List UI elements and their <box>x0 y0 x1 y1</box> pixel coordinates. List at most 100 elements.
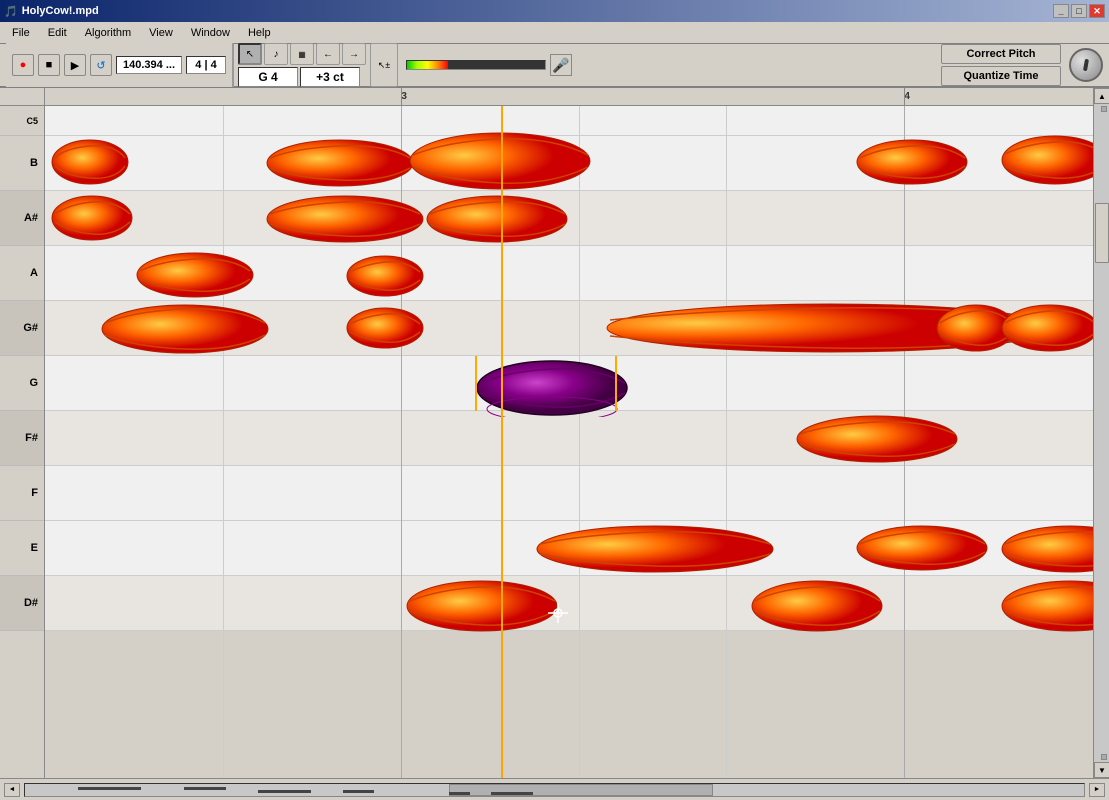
note-label-fsharp: F# <box>0 411 44 466</box>
v-scroll-top-resize[interactable] <box>1101 106 1107 112</box>
microphone-button[interactable]: 🎤 <box>550 54 572 76</box>
maximize-button[interactable]: □ <box>1071 4 1087 18</box>
note-label-asharp: A# <box>0 191 44 246</box>
menu-help[interactable]: Help <box>240 25 279 41</box>
content-area: C5 B A# A G# G F# F E D# 3 4 <box>0 88 1109 778</box>
note-e-2[interactable] <box>855 524 990 572</box>
tools-row2: G 4 +3 ct <box>238 67 366 87</box>
note-end-marker <box>615 356 617 411</box>
playhead <box>501 106 503 778</box>
volume-meter <box>406 60 546 70</box>
mini-note-2 <box>184 787 226 790</box>
grid-line-sub-3 <box>726 106 727 778</box>
mini-note-4 <box>343 790 375 793</box>
note-dsharp-1[interactable] <box>405 579 560 634</box>
volume-bar <box>407 61 448 69</box>
move-left-button[interactable]: ← <box>316 43 340 65</box>
note-g-selected[interactable] <box>475 359 630 417</box>
note-gsharp-1[interactable] <box>100 303 270 355</box>
window-title: HolyCow!.mpd <box>22 5 99 17</box>
mini-note-5 <box>449 792 470 795</box>
tempo-more: ... <box>166 59 175 71</box>
title-bar-left: 🎵 HolyCow!.mpd <box>4 5 99 18</box>
note-e-3[interactable] <box>1000 524 1093 574</box>
scroll-right-button[interactable]: ► <box>1089 783 1105 797</box>
menu-file[interactable]: File <box>4 25 38 41</box>
menu-view[interactable]: View <box>141 25 181 41</box>
pitch-buttons-section: Correct Pitch Quantize Time <box>941 44 1061 86</box>
mini-note-6 <box>491 792 533 795</box>
grid-line-sub-1 <box>223 106 224 778</box>
bottom-bar: ◄ ► <box>0 778 1109 800</box>
v-scroll-bottom-resize[interactable] <box>1101 754 1107 760</box>
grid-row-f <box>45 466 1093 521</box>
note-e-1[interactable] <box>535 524 775 574</box>
mini-note-1 <box>78 787 142 790</box>
note-gsharp-5[interactable] <box>1000 303 1093 353</box>
loop-button[interactable]: ↺ <box>90 54 112 76</box>
tempo-value: 140.394 <box>123 59 163 71</box>
note-b-5[interactable] <box>1000 134 1093 186</box>
grid[interactable] <box>45 106 1093 778</box>
pitch-tool-button[interactable]: ♪ <box>264 43 288 65</box>
note-gsharp-2[interactable] <box>345 306 425 350</box>
toolbar: ● ■ ▶ ↺ 140.394 ... 4 | 4 ↖ ♪ ▦ ← → G 4 … <box>0 44 1109 88</box>
tools-row1: ↖ ♪ ▦ ← → <box>238 43 366 65</box>
record-button[interactable]: ● <box>12 54 34 76</box>
scroll-down-button[interactable]: ▼ <box>1094 762 1109 778</box>
note-b-2[interactable] <box>265 138 415 188</box>
note-asharp-2[interactable] <box>265 194 425 244</box>
title-bar: 🎵 HolyCow!.mpd _ □ ✕ <box>0 0 1109 22</box>
cent-display: +3 ct <box>300 67 360 87</box>
note-label-b: B <box>0 136 44 191</box>
note-labels-panel: C5 B A# A G# G F# F E D# <box>0 88 45 778</box>
piano-roll-container: 3 4 <box>45 88 1093 778</box>
mini-scroll-thumb[interactable] <box>449 784 714 796</box>
menu-window[interactable]: Window <box>183 25 238 41</box>
menu-edit[interactable]: Edit <box>40 25 75 41</box>
quantize-time-button[interactable]: Quantize Time <box>941 66 1061 86</box>
ruler-corner <box>0 88 44 106</box>
note-display: G 4 <box>238 67 298 87</box>
select-tool-button[interactable]: ↖ <box>238 43 262 65</box>
scroll-thumb-vertical[interactable] <box>1095 203 1109 263</box>
note-asharp-3[interactable] <box>425 194 570 244</box>
volume-knob[interactable] <box>1069 48 1103 82</box>
grid-tool-button[interactable]: ▦ <box>290 43 314 65</box>
close-button[interactable]: ✕ <box>1089 4 1105 18</box>
main-area: C5 B A# A G# G F# F E D# 3 4 <box>0 88 1109 800</box>
scroll-up-button[interactable]: ▲ <box>1094 88 1109 104</box>
select-mode-button[interactable]: ↖± <box>370 43 398 87</box>
menu-algorithm[interactable]: Algorithm <box>77 25 139 41</box>
note-b-1[interactable] <box>50 138 130 186</box>
note-label-gsharp: G# <box>0 301 44 356</box>
scroll-track-vertical[interactable] <box>1094 104 1109 762</box>
note-a-1[interactable] <box>135 251 255 299</box>
correct-pitch-button[interactable]: Correct Pitch <box>941 44 1061 64</box>
note-b-4[interactable] <box>855 138 970 186</box>
knob-indicator <box>1083 59 1089 72</box>
tempo-display[interactable]: 140.394 ... <box>116 56 182 74</box>
vertical-scrollbar[interactable]: ▲ ▼ <box>1093 88 1109 778</box>
note-asharp-1[interactable] <box>50 194 135 242</box>
play-button[interactable]: ▶ <box>64 54 86 76</box>
note-label-f: F <box>0 466 44 521</box>
title-bar-controls: _ □ ✕ <box>1053 4 1105 18</box>
note-label-a: A <box>0 246 44 301</box>
note-start-marker <box>475 356 477 411</box>
minimize-button[interactable]: _ <box>1053 4 1069 18</box>
note-label-c5: C5 <box>0 106 44 136</box>
note-a-2[interactable] <box>345 254 425 298</box>
note-fsharp-1[interactable] <box>795 414 960 464</box>
time-signature-display[interactable]: 4 | 4 <box>186 56 226 74</box>
scroll-left-button[interactable]: ◄ <box>4 783 20 797</box>
ruler-line-3 <box>401 88 402 105</box>
stop-button[interactable]: ■ <box>38 54 60 76</box>
right-toolbar: Correct Pitch Quantize Time <box>941 44 1103 86</box>
note-dsharp-2[interactable] <box>750 579 885 634</box>
grid-line-sub-2 <box>579 106 580 778</box>
note-label-g: G <box>0 356 44 411</box>
mini-scroll-track[interactable] <box>24 783 1085 797</box>
note-dsharp-3[interactable] <box>1000 579 1093 634</box>
move-right-button[interactable]: → <box>342 43 366 65</box>
